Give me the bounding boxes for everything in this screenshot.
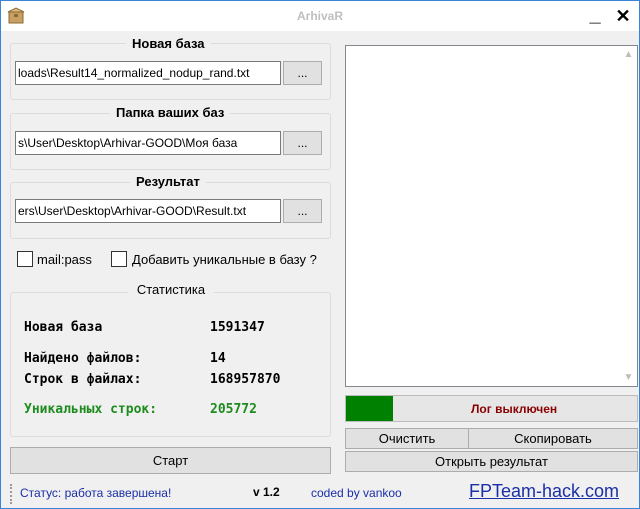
new-base-title: Новая база <box>126 36 211 51</box>
bases-folder-browse-button[interactable]: ... <box>283 131 322 155</box>
chevron-up-icon[interactable]: ▲ <box>620 46 637 63</box>
bases-folder-title: Папка ваших баз <box>110 105 231 120</box>
result-title: Результат <box>130 174 206 189</box>
log-status: Лог выключен <box>471 402 558 416</box>
copy-button[interactable]: Скопировать <box>468 428 638 449</box>
mailpass-checkbox[interactable] <box>17 251 33 267</box>
log-textarea[interactable]: ▲ ▼ <box>345 45 638 387</box>
open-result-button[interactable]: Открыть результат <box>345 451 638 472</box>
close-button[interactable]: ✕ <box>611 5 635 27</box>
stats-title: Статистика <box>128 280 214 300</box>
add-unique-checkbox[interactable] <box>111 251 127 267</box>
window-title: ArhivaR <box>296 9 343 23</box>
site-link[interactable]: FPTeam-hack.com <box>469 481 619 502</box>
stat-new-base-label: Новая база <box>24 320 103 335</box>
stat-unique-label: Уникальных строк: <box>24 402 158 417</box>
result-browse-button[interactable]: ... <box>283 199 322 223</box>
new-base-path-text: loads\Result14_normalized_nodup_rand.txt <box>18 66 250 80</box>
stat-new-base-value: 1591347 <box>210 320 265 335</box>
chevron-down-icon[interactable]: ▼ <box>620 369 637 386</box>
stat-files-found-label: Найдено файлов: <box>24 351 142 366</box>
status-text: Статус: работа завершена! <box>20 486 172 500</box>
progress-fill <box>346 396 393 421</box>
stat-lines-label: Строк в файлах: <box>24 372 142 387</box>
stat-unique-value: 205772 <box>210 402 257 417</box>
bases-folder-path-text: s\User\Desktop\Arhivar-GOOD\Моя база <box>18 136 238 150</box>
log-progress-bar: Лог выключен <box>345 395 638 422</box>
mailpass-label[interactable]: mail:pass <box>37 252 92 267</box>
stat-files-found-value: 14 <box>210 351 226 366</box>
log-scrollbar[interactable]: ▲ ▼ <box>620 46 637 386</box>
stat-lines-value: 168957870 <box>210 372 281 387</box>
result-path-input[interactable]: ers\User\Desktop\Arhivar-GOOD\Result.txt <box>15 199 281 223</box>
title-bar: ArhivaR _ ✕ <box>1 1 639 31</box>
version-label: v 1.2 <box>253 485 280 499</box>
clear-button[interactable]: Очистить <box>345 428 469 449</box>
new-base-browse-button[interactable]: ... <box>283 61 322 85</box>
minimize-button[interactable]: _ <box>583 5 607 27</box>
status-bar: Статус: работа завершена! v 1.2 coded by… <box>1 479 639 508</box>
add-unique-label[interactable]: Добавить уникальные в базу ? <box>132 252 317 267</box>
grip-icon <box>10 484 13 504</box>
result-path-text: ers\User\Desktop\Arhivar-GOOD\Result.txt <box>18 204 247 218</box>
coded-by-label: coded by vankoo <box>311 486 402 500</box>
start-button[interactable]: Старт <box>10 447 331 474</box>
app-window: ArhivaR _ ✕ Новая база loads\Result14_no… <box>0 0 640 509</box>
bases-folder-path-input[interactable]: s\User\Desktop\Arhivar-GOOD\Моя база <box>15 131 281 155</box>
new-base-path-input[interactable]: loads\Result14_normalized_nodup_rand.txt <box>15 61 281 85</box>
